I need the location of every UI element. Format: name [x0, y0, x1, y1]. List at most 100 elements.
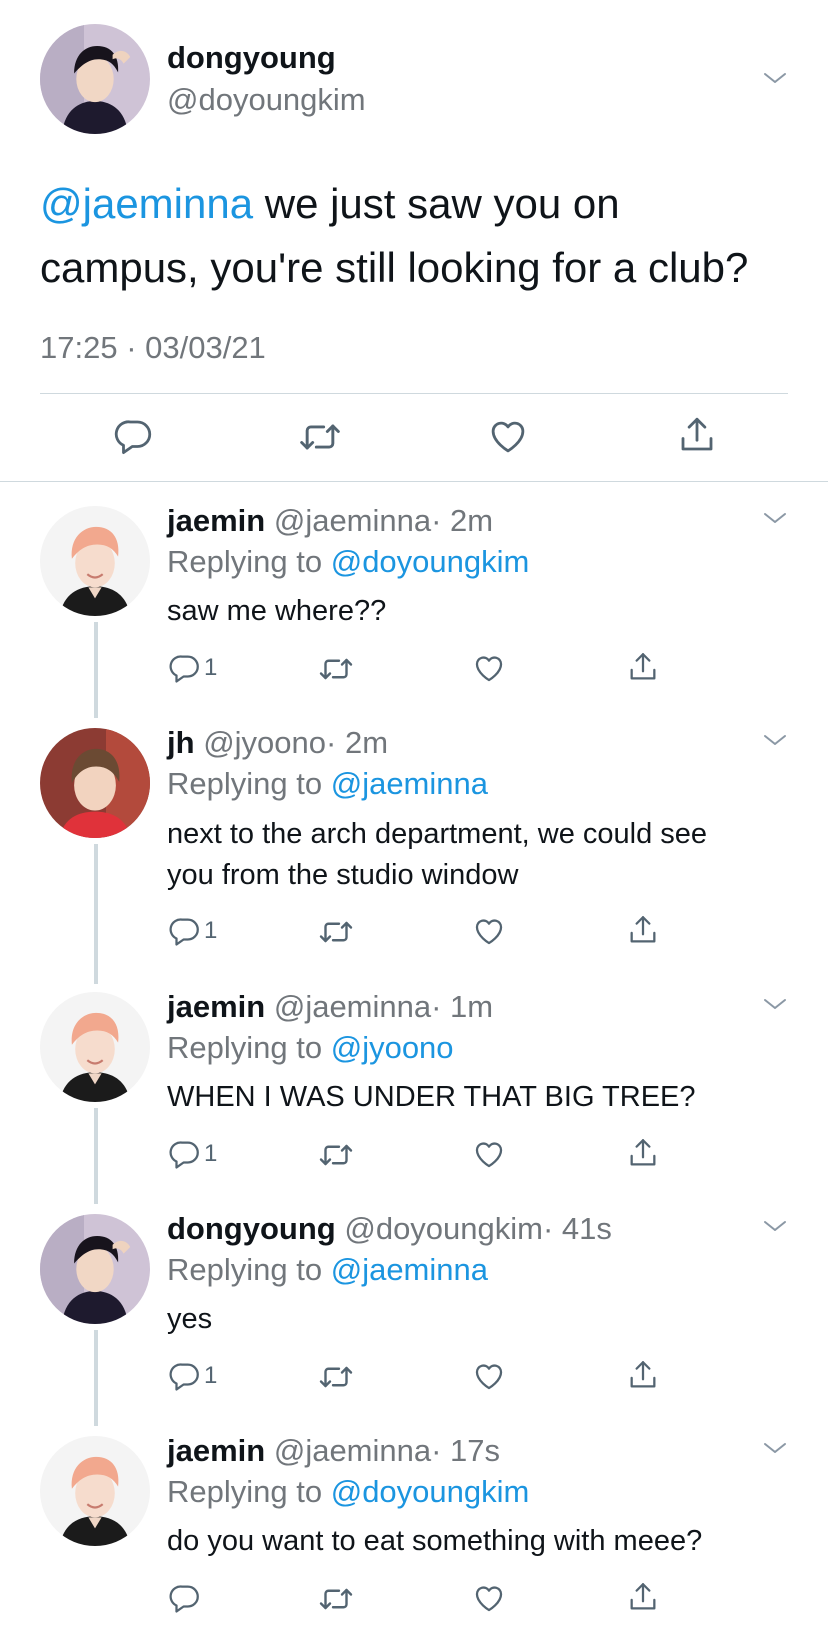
reply-more-button[interactable]	[762, 732, 788, 753]
reply-icon	[113, 415, 155, 457]
reply-share-button[interactable]	[626, 1358, 660, 1392]
replying-to: Replying to @jaeminna	[167, 766, 488, 802]
reply-avatar[interactable]	[40, 992, 150, 1102]
reply-share-button[interactable]	[626, 650, 660, 684]
share-icon	[626, 1136, 660, 1170]
reply-text: yes	[167, 1303, 213, 1335]
reply-like-button[interactable]	[472, 651, 506, 685]
reply-more-button[interactable]	[762, 996, 788, 1017]
replying-to-mention[interactable]: @jaeminna	[331, 1252, 488, 1287]
reply-header: dongyoung @doyoungkim· 41s	[167, 1211, 612, 1247]
main-like-button[interactable]	[487, 415, 529, 457]
reply-avatar[interactable]	[40, 506, 150, 616]
reply-handle[interactable]: @jaeminna	[274, 1433, 431, 1468]
chevron-down-icon	[762, 70, 788, 86]
reply-time[interactable]: · 1m	[431, 989, 493, 1024]
reply-like-button[interactable]	[472, 1137, 506, 1171]
reply-icon	[168, 651, 202, 685]
reply-text: WHEN I WAS UNDER THAT BIG TREE?	[167, 1081, 696, 1113]
like-icon	[472, 1359, 506, 1393]
main-retweet-button[interactable]	[298, 415, 342, 459]
reply-share-button[interactable]	[626, 1136, 660, 1170]
main-tweet-handle[interactable]: @doyoungkim	[167, 82, 366, 118]
reply-more-button[interactable]	[762, 510, 788, 531]
reply-time[interactable]: · 41s	[543, 1211, 612, 1246]
reply-time[interactable]: · 17s	[431, 1433, 500, 1468]
reply-reply-button[interactable]: 1	[168, 651, 217, 685]
reply-handle[interactable]: @jaeminna	[274, 989, 431, 1024]
reply-like-button[interactable]	[472, 1581, 506, 1615]
reply-display-name[interactable]: jh	[167, 725, 195, 760]
replying-to-label: Replying to	[167, 1030, 331, 1065]
main-reply-button[interactable]	[113, 415, 155, 457]
main-tweet-timestamp[interactable]: 17:25 · 03/03/21	[40, 330, 266, 366]
retweet-icon	[318, 651, 354, 687]
replying-to: Replying to @jaeminna	[167, 1252, 488, 1288]
reply-header: jaemin @jaeminna· 17s	[167, 1433, 500, 1469]
reply-display-name[interactable]: jaemin	[167, 503, 265, 538]
reply-like-button[interactable]	[472, 1359, 506, 1393]
replying-to: Replying to @doyoungkim	[167, 1474, 529, 1510]
reply-like-button[interactable]	[472, 914, 506, 948]
retweet-icon	[298, 415, 342, 459]
reply-count: 1	[204, 654, 218, 681]
share-icon	[626, 1358, 660, 1392]
main-tweet-text-line2: campus, you're still looking for a club?	[40, 244, 749, 291]
retweet-icon	[318, 1137, 354, 1173]
thread-line	[94, 622, 98, 718]
reply-text-line2: you from the studio window	[167, 859, 519, 891]
reply-handle[interactable]: @doyoungkim	[344, 1211, 543, 1246]
reply-avatar[interactable]	[40, 1436, 150, 1546]
reply-reply-button[interactable]	[168, 1581, 204, 1615]
thread-line	[94, 1108, 98, 1204]
reply-display-name[interactable]: jaemin	[167, 989, 265, 1024]
reply-reply-button[interactable]: 1	[168, 1137, 217, 1171]
replying-to-mention[interactable]: @doyoungkim	[331, 544, 530, 579]
reply-avatar[interactable]	[40, 728, 150, 838]
like-icon	[472, 914, 506, 948]
like-icon	[472, 1581, 506, 1615]
chevron-down-icon	[762, 1440, 788, 1456]
reply-retweet-button[interactable]	[318, 1359, 354, 1395]
reply-handle[interactable]: @jyoono	[203, 725, 326, 760]
reply-handle[interactable]: @jaeminna	[274, 503, 431, 538]
reply-retweet-button[interactable]	[318, 1581, 354, 1617]
reply-icon	[168, 1359, 202, 1393]
replying-to-mention[interactable]: @jaeminna	[331, 766, 488, 801]
reply-display-name[interactable]: jaemin	[167, 1433, 265, 1468]
thread-line	[94, 844, 98, 984]
reply-reply-button[interactable]: 1	[168, 1359, 217, 1393]
main-tweet-more-button[interactable]	[762, 70, 788, 91]
chevron-down-icon	[762, 1218, 788, 1234]
reply-time[interactable]: · 2m	[326, 725, 388, 760]
reply-text-line1: next to the arch department, we could se…	[167, 818, 708, 850]
replying-to-label: Replying to	[167, 1252, 331, 1287]
reply-more-button[interactable]	[762, 1440, 788, 1461]
replying-to-mention[interactable]: @doyoungkim	[331, 1474, 530, 1509]
reply-text: saw me where??	[167, 595, 387, 627]
main-share-button[interactable]	[676, 414, 718, 456]
reply-more-button[interactable]	[762, 1218, 788, 1239]
reply-time[interactable]: · 2m	[431, 503, 493, 538]
main-tweet-text-line1: we just saw you on	[253, 180, 620, 227]
main-tweet-avatar[interactable]	[40, 24, 150, 134]
reply-icon	[168, 1137, 202, 1171]
main-tweet-mention[interactable]: @jaeminna	[40, 180, 253, 227]
reply-count: 1	[204, 917, 218, 944]
reply-reply-button[interactable]: 1	[168, 914, 217, 948]
reply-retweet-button[interactable]	[318, 914, 354, 950]
reply-retweet-button[interactable]	[318, 1137, 354, 1173]
main-tweet-display-name[interactable]: dongyoung	[167, 40, 336, 76]
reply-icon	[168, 1581, 202, 1615]
reply-share-button[interactable]	[626, 913, 660, 947]
chevron-down-icon	[762, 732, 788, 748]
share-icon	[626, 913, 660, 947]
reply-header: jh @jyoono· 2m	[167, 725, 388, 761]
reply-avatar[interactable]	[40, 1214, 150, 1324]
reply-share-button[interactable]	[626, 1580, 660, 1614]
replying-to-mention[interactable]: @jyoono	[331, 1030, 454, 1065]
reply-display-name[interactable]: dongyoung	[167, 1211, 336, 1246]
reply-retweet-button[interactable]	[318, 651, 354, 687]
reply-header: jaemin @jaeminna· 2m	[167, 503, 493, 539]
share-icon	[626, 1580, 660, 1614]
